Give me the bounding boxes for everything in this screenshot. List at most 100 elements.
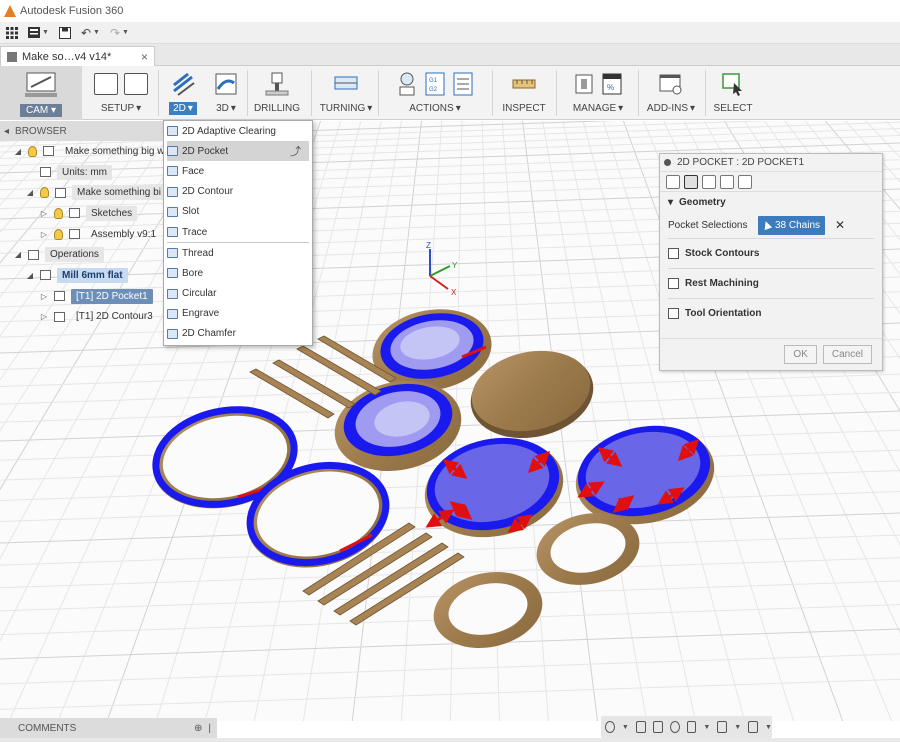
menu-item-face[interactable]: Face xyxy=(164,161,312,181)
ribbon-group-add-ins[interactable]: ADD-INS ▾ xyxy=(642,66,700,120)
menu-item-2d-adaptive-clearing[interactable]: 2D Adaptive Clearing xyxy=(164,121,312,141)
chevron-down-icon[interactable]: ▼ xyxy=(622,724,629,731)
ribbon-group-inspect[interactable]: INSPECT xyxy=(498,66,550,120)
add-comment-icon[interactable]: ⊕ xyxy=(194,723,202,734)
browser-node[interactable]: Units: mm xyxy=(0,162,175,183)
visibility-bulb-icon[interactable] xyxy=(54,228,63,240)
menu-item-label: Circular xyxy=(182,288,217,300)
pocket-selections-button[interactable]: 38 Chains xyxy=(758,215,826,235)
node-icon xyxy=(43,146,54,157)
close-tab-icon[interactable]: × xyxy=(141,50,148,64)
visibility-bulb-icon[interactable] xyxy=(40,187,49,199)
rest-machining-checkbox[interactable] xyxy=(668,278,679,289)
browser-node[interactable]: ◢ Mill 6mm flat xyxy=(0,265,175,286)
navigation-bar: ▼ ▼ ▼ ▼ xyxy=(601,716,772,738)
menu-item-label: Slot xyxy=(182,206,200,218)
display-settings-icon[interactable] xyxy=(717,721,728,733)
pan-icon[interactable] xyxy=(652,721,663,733)
tab-passes[interactable] xyxy=(720,174,734,189)
visibility-bulb-icon[interactable] xyxy=(54,207,63,219)
menu-item-trace[interactable]: Trace xyxy=(164,222,312,242)
chevron-down-icon[interactable]: ▼ xyxy=(734,724,741,731)
tool-orientation-row[interactable]: Tool Orientation xyxy=(660,299,882,328)
workspace-switcher[interactable]: CAM ▾ xyxy=(0,66,82,120)
tool-orientation-checkbox[interactable] xyxy=(668,308,679,319)
data-panel-button[interactable] xyxy=(6,26,18,39)
browser-node[interactable]: ◢ Operations xyxy=(0,244,175,265)
undo-button[interactable]: ↶ ▼ xyxy=(81,26,100,40)
ribbon-group-setup[interactable]: SETUP ▾ xyxy=(90,66,152,120)
ribbon-group-drilling[interactable]: DRILLING xyxy=(250,66,304,120)
browser-panel: ◂ BROWSER ◢ Make something big w Units: mm… xyxy=(0,121,175,327)
ribbon-group-manage[interactable]: % MANAGE ▾ xyxy=(562,66,634,120)
browser-node[interactable]: ◢ Make something bi xyxy=(0,182,175,203)
ribbon-group-select[interactable]: SELECT xyxy=(710,66,756,120)
document-tab-bar: Make so…v4 v14* × xyxy=(0,44,900,66)
browser-node-label: [T1] 2D Contour3 xyxy=(76,311,153,323)
menu-item-bore[interactable]: Bore xyxy=(164,263,312,283)
chevron-down-icon[interactable]: ▼ xyxy=(703,724,710,731)
browser-header[interactable]: ◂ BROWSER xyxy=(0,121,175,141)
ribbon-group-actions[interactable]: G1 G2 ACTIONS ▾ xyxy=(382,66,488,120)
browser-node[interactable]: ◢ Make something big w xyxy=(0,141,175,162)
node-icon xyxy=(69,229,80,240)
expand-icon[interactable]: ▷ xyxy=(40,292,48,301)
orbit-icon[interactable] xyxy=(605,721,615,733)
clear-selection-icon[interactable]: ✕ xyxy=(835,218,845,232)
collapse-icon[interactable]: ◂ xyxy=(4,126,9,137)
tab-tool[interactable] xyxy=(666,174,680,189)
browser-node[interactable]: ▷ Sketches xyxy=(0,203,175,224)
menu-item-label: Thread xyxy=(182,247,214,259)
stock-contours-checkbox[interactable] xyxy=(668,248,679,259)
tab-heights[interactable] xyxy=(702,174,716,189)
browser-node[interactable]: ▷ [T1] 2D Contour3 xyxy=(0,307,175,328)
document-tab[interactable]: Make so…v4 v14* × xyxy=(0,46,155,66)
grid-settings-icon[interactable] xyxy=(748,721,759,733)
menu-item-circular[interactable]: Circular xyxy=(164,284,312,304)
toolpath-type-icon xyxy=(167,166,178,177)
tab-geometry[interactable] xyxy=(684,174,698,189)
ribbon-group-2d[interactable]: 2D ▾ xyxy=(162,66,204,120)
tab-linking[interactable] xyxy=(738,174,752,189)
panel-header[interactable]: 2D POCKET : 2D POCKET1 xyxy=(660,154,882,172)
geometry-section[interactable]: ▾ Geometry xyxy=(660,192,882,212)
visibility-bulb-icon[interactable] xyxy=(28,145,37,157)
cancel-button[interactable]: Cancel xyxy=(822,345,872,364)
operation-icon xyxy=(54,311,65,322)
zoom-icon[interactable] xyxy=(669,721,680,733)
fit-icon[interactable] xyxy=(686,721,697,733)
rest-machining-row[interactable]: Rest Machining xyxy=(660,269,882,298)
ribbon-group-turning[interactable]: TURNING ▾ xyxy=(316,66,376,120)
part-ring-small-bottom[interactable] xyxy=(427,562,550,657)
collapse-icon[interactable]: ◢ xyxy=(26,188,34,197)
ribbon-label-select: SELECT xyxy=(713,103,753,114)
collapse-icon[interactable]: ◢ xyxy=(26,271,34,280)
toolpath-type-icon xyxy=(167,288,178,299)
menu-item-2d-chamfer[interactable]: 2D Chamfer xyxy=(164,324,312,344)
save-button[interactable] xyxy=(58,26,71,39)
save-icon xyxy=(58,26,71,39)
browser-node[interactable]: ▷ Assembly v9:1 xyxy=(0,224,175,245)
measure-icon xyxy=(512,79,536,89)
collapse-icon[interactable]: ◢ xyxy=(14,250,22,259)
collapse-panel-icon[interactable] xyxy=(664,159,671,166)
menu-item-2d-pocket[interactable]: 2D Pocket ⤴ xyxy=(167,141,309,162)
browser-node[interactable]: ▷ [T1] 2D Pocket1 xyxy=(0,286,175,307)
collapse-icon[interactable]: ◢ xyxy=(14,147,22,156)
expand-icon[interactable]: ▷ xyxy=(40,230,48,239)
comments-bar[interactable]: COMMENTS ⊕ | xyxy=(0,718,217,738)
ribbon-group-3d[interactable]: 3D ▾ xyxy=(208,66,244,120)
expand-icon[interactable]: ▷ xyxy=(40,312,48,321)
menu-item-2d-contour[interactable]: 2D Contour xyxy=(164,182,312,202)
redo-button[interactable]: ↷ ▼ xyxy=(110,26,129,40)
file-menu-button[interactable]: ▼ xyxy=(28,27,49,38)
ribbon-label-2d: 2D ▾ xyxy=(169,102,197,115)
look-at-icon[interactable] xyxy=(635,721,646,733)
menu-item-engrave[interactable]: Engrave xyxy=(164,304,312,324)
stock-contours-row[interactable]: Stock Contours xyxy=(660,239,882,268)
menu-item-slot[interactable]: Slot xyxy=(164,202,312,222)
ok-button[interactable]: OK xyxy=(784,345,817,364)
menu-item-thread[interactable]: Thread xyxy=(164,243,312,263)
expand-icon[interactable]: ▷ xyxy=(40,209,48,218)
chevron-down-icon[interactable]: ▼ xyxy=(765,724,772,731)
